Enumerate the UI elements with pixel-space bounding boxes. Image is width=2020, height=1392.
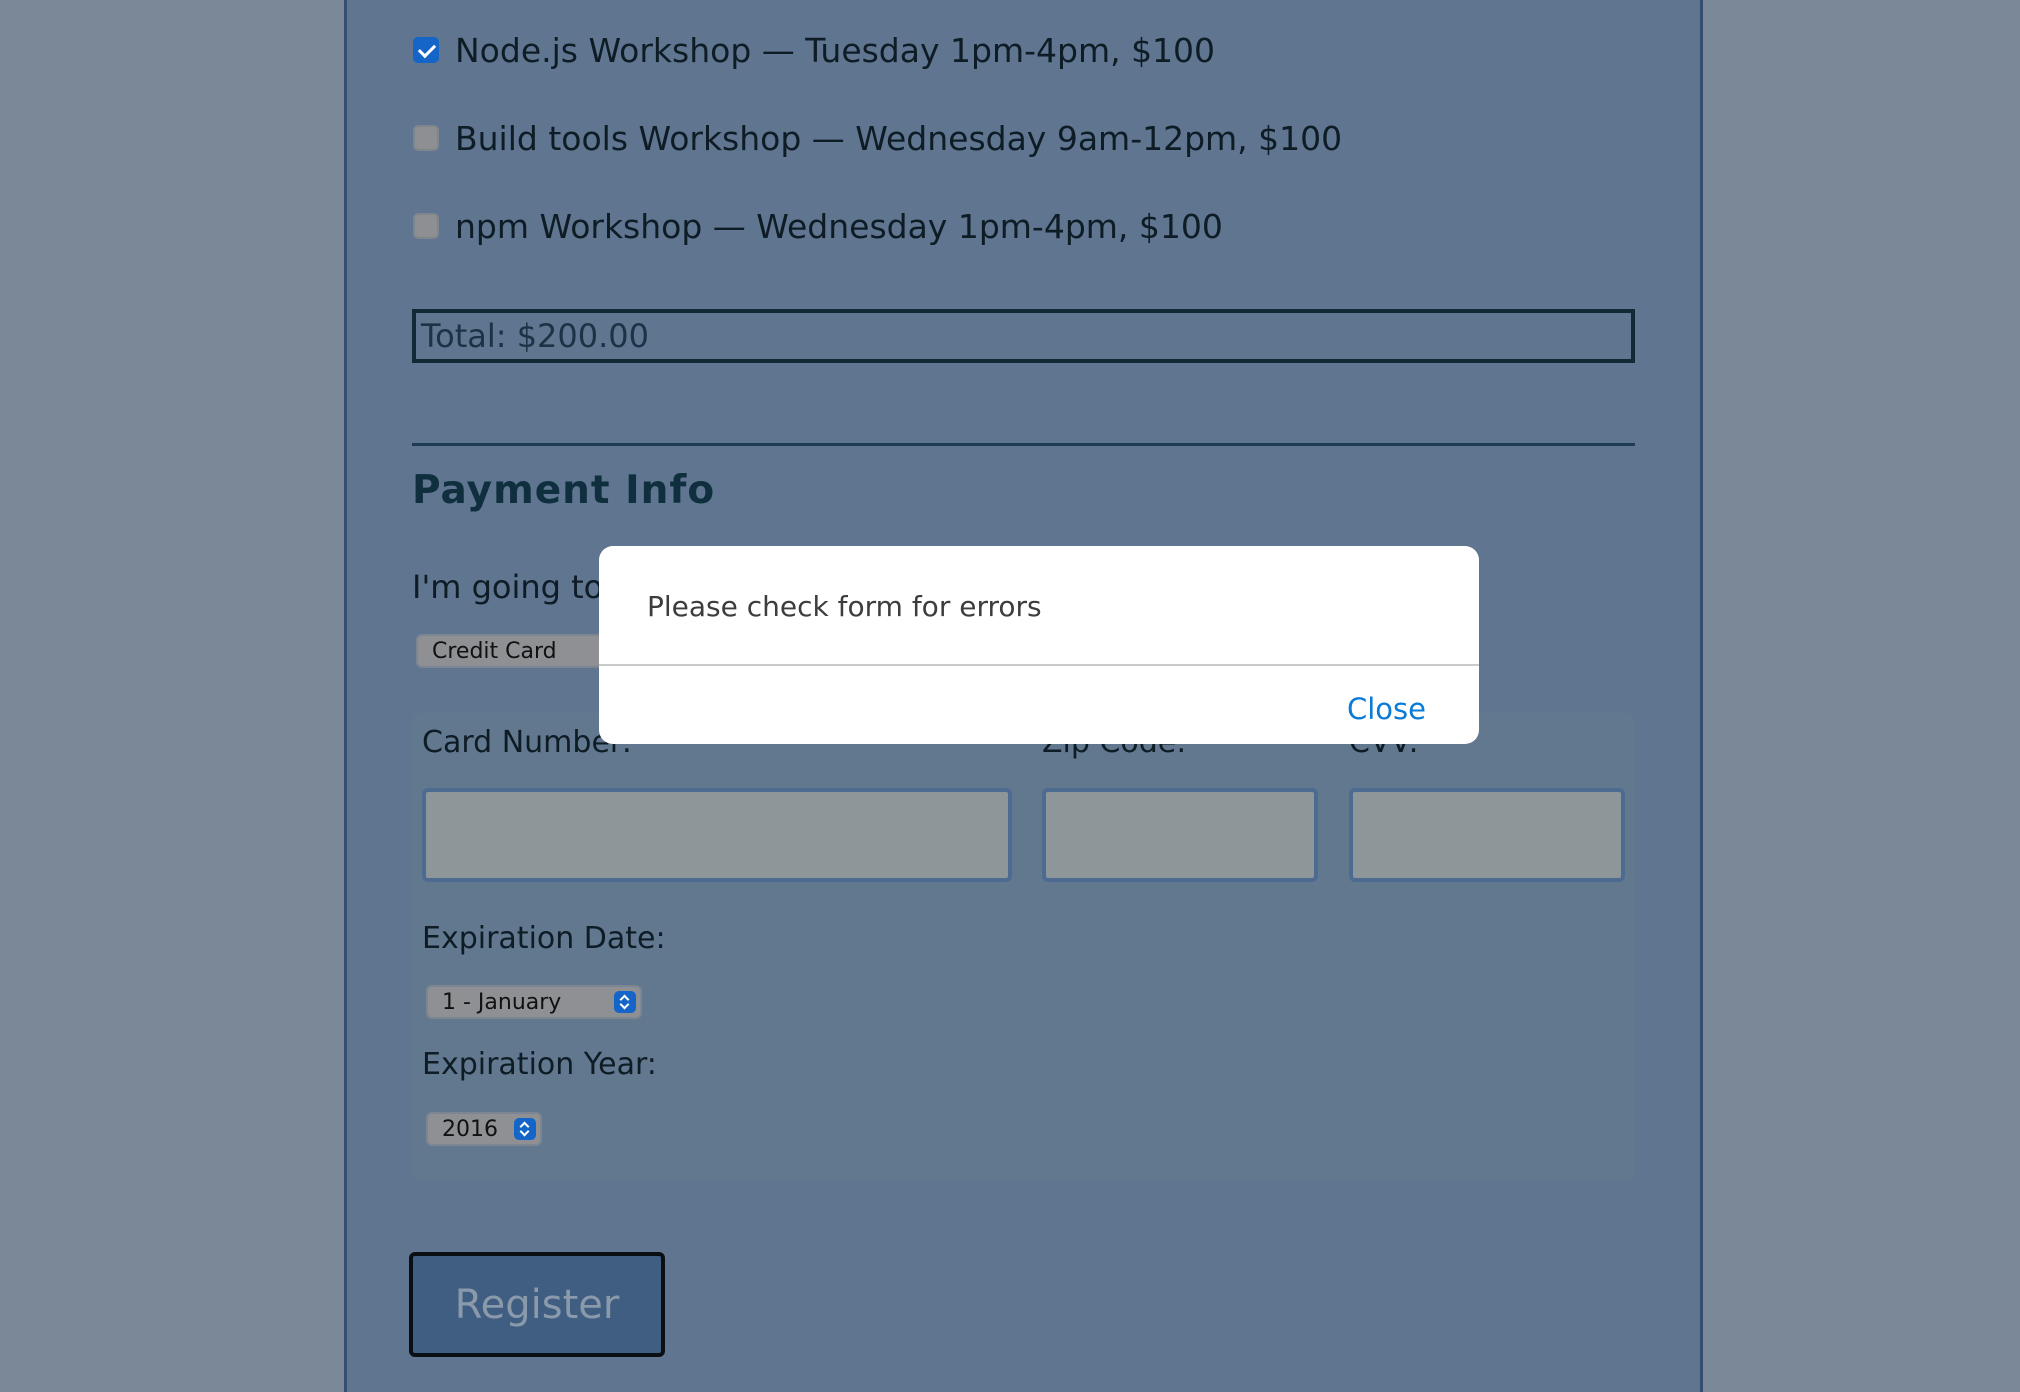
section-divider bbox=[412, 443, 1635, 446]
activity-npm[interactable]: npm Workshop — Wednesday 1pm-4pm, $100 bbox=[413, 206, 1223, 246]
checkbox-unchecked[interactable] bbox=[413, 125, 439, 151]
alert-dialog: Please check form for errors Close bbox=[599, 546, 1479, 744]
total-display: Total: $200.00 bbox=[412, 309, 1635, 363]
cvv-input[interactable] bbox=[1349, 788, 1625, 882]
dialog-divider bbox=[599, 664, 1479, 666]
payment-method-select[interactable]: Credit Card bbox=[416, 634, 626, 668]
register-button[interactable]: Register bbox=[409, 1252, 665, 1357]
select-stepper-icon bbox=[514, 1118, 536, 1140]
select-stepper-icon bbox=[614, 991, 636, 1013]
activity-build-tools[interactable]: Build tools Workshop — Wednesday 9am-12p… bbox=[413, 118, 1342, 158]
expiration-year-label: Expiration Year: bbox=[422, 1047, 657, 1082]
alert-message: Please check form for errors bbox=[647, 590, 1042, 623]
zip-code-input[interactable] bbox=[1042, 788, 1318, 882]
activity-label: npm Workshop — Wednesday 1pm-4pm, $100 bbox=[455, 206, 1223, 246]
expiration-month-select[interactable]: 1 - January bbox=[426, 985, 642, 1019]
expiration-year-select[interactable]: 2016 bbox=[426, 1112, 542, 1146]
activity-label: Node.js Workshop — Tuesday 1pm-4pm, $100 bbox=[455, 30, 1216, 70]
expiration-year-value: 2016 bbox=[442, 1116, 498, 1142]
checkbox-checked[interactable] bbox=[413, 37, 439, 63]
payment-method-value: Credit Card bbox=[432, 638, 557, 664]
expiration-date-label: Expiration Date: bbox=[422, 921, 666, 956]
checkbox-unchecked[interactable] bbox=[413, 213, 439, 239]
expiration-month-value: 1 - January bbox=[442, 989, 562, 1015]
activity-label: Build tools Workshop — Wednesday 9am-12p… bbox=[455, 118, 1343, 158]
close-button[interactable]: Close bbox=[1347, 692, 1426, 726]
activity-nodejs[interactable]: Node.js Workshop — Tuesday 1pm-4pm, $100 bbox=[413, 30, 1215, 70]
card-number-input[interactable] bbox=[422, 788, 1012, 882]
payment-heading: Payment Info bbox=[412, 468, 716, 513]
